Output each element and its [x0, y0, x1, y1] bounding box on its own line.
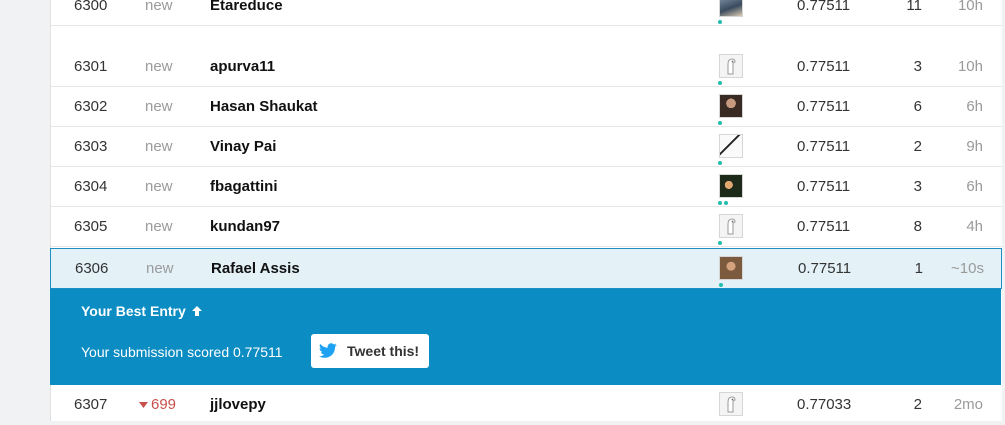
- submission-score-message: Your submission scored 0.77511: [81, 344, 283, 360]
- entries-cell: 1: [914, 260, 923, 277]
- rank-change: new: [145, 98, 173, 115]
- arrow-up-icon: [191, 306, 202, 316]
- score-cell: 0.77511: [798, 260, 852, 277]
- entries-cell: 11: [906, 0, 922, 14]
- rank-cell: 6301: [74, 58, 108, 75]
- score-cell: 0.77511: [797, 138, 851, 155]
- rank-change: new: [145, 0, 173, 14]
- team-name-link[interactable]: apurva11: [210, 47, 275, 87]
- rank-change: 699: [139, 385, 176, 425]
- score-cell: 0.77511: [797, 218, 851, 235]
- last-submission-cell: 6h: [966, 98, 983, 115]
- team-member-dot: [724, 201, 728, 205]
- caret-down-icon: [139, 402, 148, 409]
- score-cell: 0.77511: [797, 98, 851, 115]
- team-avatar[interactable]: [719, 54, 743, 78]
- entries-cell: 3: [913, 178, 922, 195]
- rank-cell: 6305: [74, 218, 108, 235]
- last-submission-cell: 9h: [966, 138, 983, 155]
- score-cell: 0.77511: [797, 178, 851, 195]
- best-entry-title: Your Best Entry: [81, 303, 203, 319]
- rank-cell: 6306: [75, 260, 109, 277]
- table-row[interactable]: 6301 new apurva11 0.77511 3 10h: [51, 47, 1002, 87]
- best-entry-title-text: Your Best Entry: [81, 303, 186, 319]
- last-submission-cell: 6h: [966, 178, 983, 195]
- team-avatar[interactable]: [719, 256, 743, 280]
- twitter-icon: [318, 343, 337, 358]
- score-cell: 0.77511: [797, 0, 851, 14]
- team-name-link[interactable]: Rafael Assis: [211, 249, 300, 289]
- team-avatar[interactable]: [719, 214, 743, 238]
- team-member-dot: [718, 121, 722, 125]
- best-entry-banner: Your Best Entry Your submission scored 0…: [50, 289, 1001, 385]
- rank-cell: 6300: [74, 0, 108, 14]
- last-submission-cell: 10h: [957, 58, 983, 75]
- tweet-button[interactable]: Tweet this!: [311, 334, 429, 368]
- entries-cell: 8: [913, 218, 922, 235]
- entries-cell: 6: [913, 98, 922, 115]
- team-name-link[interactable]: Etareduce: [210, 0, 283, 26]
- rank-cell: 6302: [74, 98, 108, 115]
- rank-change-value: 699: [151, 396, 177, 413]
- entries-cell: 2: [913, 138, 922, 155]
- score-cell: 0.77511: [797, 58, 851, 75]
- rank-change: new: [145, 178, 173, 195]
- team-name-link[interactable]: jjlovepy: [210, 385, 266, 425]
- team-member-dot: [719, 283, 723, 287]
- table-row-current-user[interactable]: 6306 new Rafael Assis 0.77511 1 ~10s: [50, 248, 1002, 289]
- team-avatar[interactable]: [719, 174, 743, 198]
- last-submission-cell: ~10s: [951, 260, 984, 277]
- table-row[interactable]: 6300 new Etareduce 0.77511 11 10h: [51, 0, 1002, 26]
- team-avatar[interactable]: [719, 134, 743, 158]
- tweet-button-label: Tweet this!: [347, 343, 420, 359]
- team-name-link[interactable]: Vinay Pai: [210, 127, 276, 167]
- team-avatar[interactable]: [719, 392, 743, 416]
- team-member-dot: [718, 201, 722, 205]
- team-name-link[interactable]: fbagattini: [210, 167, 278, 207]
- team-avatar[interactable]: [719, 0, 743, 17]
- last-submission-cell: 2mo: [953, 396, 983, 413]
- table-row[interactable]: 6304 new fbagattini 0.77511 3 6h: [51, 167, 1002, 207]
- last-submission-cell: 4h: [966, 218, 983, 235]
- team-member-dot: [718, 241, 722, 245]
- team-name-link[interactable]: Hasan Shaukat: [210, 87, 318, 127]
- rank-change: new: [145, 218, 173, 235]
- table-row[interactable]: 6307 699 jjlovepy 0.77033 2 2mo: [51, 385, 1002, 425]
- table-row[interactable]: 6302 new Hasan Shaukat 0.77511 6 6h: [51, 87, 1002, 127]
- table-row[interactable]: 6303 new Vinay Pai 0.77511 2 9h: [51, 127, 1002, 167]
- score-cell: 0.77033: [797, 396, 852, 413]
- default-avatar-icon: [727, 218, 736, 235]
- rank-cell: 6304: [74, 178, 108, 195]
- rank-change: new: [145, 58, 173, 75]
- team-member-dot: [718, 81, 722, 85]
- team-member-dot: [718, 20, 722, 24]
- default-avatar-icon: [727, 58, 736, 75]
- last-submission-cell: 10h: [957, 0, 983, 14]
- team-member-dot: [718, 161, 722, 165]
- entries-cell: 3: [913, 58, 922, 75]
- rank-change: new: [146, 260, 174, 277]
- rank-cell: 6303: [74, 138, 108, 155]
- team-name-link[interactable]: kundan97: [210, 207, 280, 247]
- table-row[interactable]: 6305 new kundan97 0.77511 8 4h: [51, 207, 1002, 247]
- default-avatar-icon: [727, 396, 736, 413]
- rank-cell: 6307: [74, 396, 108, 413]
- rank-change: new: [145, 138, 173, 155]
- entries-cell: 2: [913, 396, 922, 413]
- team-avatar[interactable]: [719, 94, 743, 118]
